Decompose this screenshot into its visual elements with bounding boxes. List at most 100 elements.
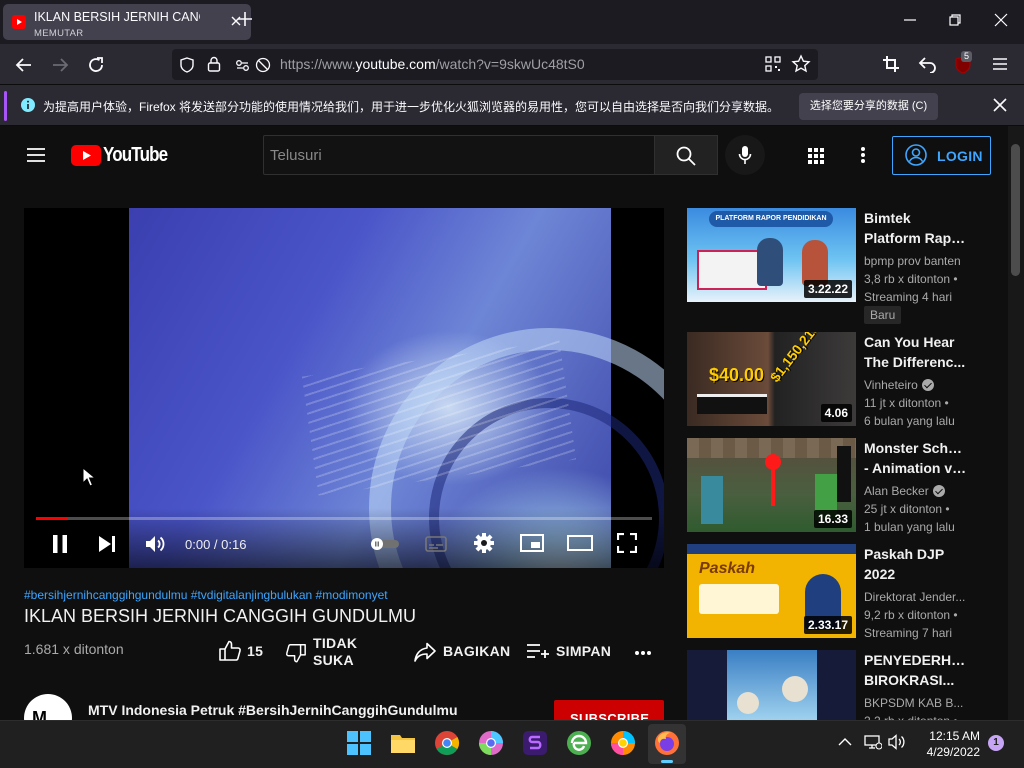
forward-icon[interactable] [50,55,70,75]
recommendation-age: Streaming 4 hari [864,290,953,304]
choose-data-button[interactable]: 选择您要分享的数据 (C) [799,93,938,120]
active-app-indicator [661,760,673,763]
colorful-browser-icon[interactable] [610,730,636,756]
settings-more-icon[interactable] [860,146,866,164]
shield-icon[interactable] [178,56,196,74]
search-icon [676,146,696,166]
recommendation-thumbnail[interactable]: Paskah 2.33.17 [687,544,856,638]
new-tab-button[interactable] [236,10,254,28]
fullscreen-icon[interactable] [617,533,637,553]
recommendation-channel[interactable]: Vinheteiro [864,376,934,394]
speaker-icon[interactable] [888,734,908,750]
screenshot-crop-icon[interactable] [882,55,900,73]
verified-check-icon [921,379,934,391]
recommendation-channel[interactable]: BKPSDM KAB B... [864,694,963,712]
scrollbar-thumb[interactable] [1011,144,1020,276]
save-button[interactable]: SIMPAN [556,643,611,659]
network-icon[interactable] [864,734,882,750]
chrome-icon[interactable] [434,730,460,756]
recommendation-thumbnail[interactable]: $40.00 $1,150,219.00 4.06 [687,332,856,426]
dislike-button[interactable]: TIDAK SUKA [313,635,357,669]
login-label: LOGIN [937,148,983,164]
app-s-icon[interactable] [522,730,548,756]
more-actions-icon[interactable] [634,650,652,656]
autoplay-toggle[interactable] [370,538,400,550]
recommendation-title[interactable]: Paskah DJP 2022 [864,544,968,584]
reload-icon[interactable] [86,55,106,75]
notification-close-icon[interactable] [992,97,1008,113]
recommendation-age: 1 bulan yang lalu [864,520,955,534]
duration-badge: 16.33 [813,510,852,528]
url-text[interactable]: https://www.youtube.com/watch?v=9skwUc48… [280,56,585,72]
dislike-icon[interactable] [285,642,307,664]
search-button[interactable] [654,135,718,175]
share-icon[interactable] [414,642,436,662]
subtitles-icon[interactable] [425,536,447,552]
thumb-banner: PLATFORM RAPOR PENDIDIKAN [709,211,833,227]
restore-button[interactable] [947,12,963,28]
video-hashtags[interactable]: #bersihjernihcanggihgundulmu #tvdigitala… [24,588,388,602]
youtube-logo-text: YouTube [103,144,168,166]
recommendation-title[interactable]: Bimtek Platform Rapor... [864,208,968,248]
thumb-header-strip [687,544,856,554]
notification-count-badge[interactable]: 1 [988,735,1004,751]
settings-gear-icon[interactable] [473,532,495,554]
progress-bar[interactable] [36,517,652,520]
thumb-title: Paskah [699,560,756,577]
thumb-portrait [737,692,759,714]
channel-name[interactable]: MTV Indonesia Petruk #BersihJernihCanggi… [88,702,458,718]
video-player[interactable] [24,208,664,568]
recommendation-views: 3,8 rb x ditonton • [864,272,958,286]
lock-icon[interactable] [206,55,222,73]
thumb-stickman-body [771,470,775,506]
recommendation-title[interactable]: PENYEDERHANABIROKRASI... [864,650,968,690]
pause-button[interactable] [50,534,70,554]
thumb-price-b: $1,150,219.00 [766,332,835,385]
voice-search-button[interactable] [725,135,765,175]
thumb-details-card [699,584,779,614]
apps-grid-icon[interactable] [807,147,825,165]
recommendation-thumbnail[interactable]: PLATFORM RAPOR PENDIDIKAN 3.22.22 [687,208,856,302]
miniplayer-icon[interactable] [520,534,544,552]
youtube-logo[interactable] [71,145,101,166]
guide-menu-icon[interactable] [26,146,46,164]
microphone-icon [738,145,752,165]
view-count: 1.681 x ditonton [24,641,124,657]
recommendation-channel[interactable]: Direktorat Jender... [864,588,965,606]
firefox-icon[interactable] [654,730,680,756]
minimize-button[interactable] [902,12,918,28]
recommendation-thumbnail[interactable] [687,650,856,720]
system-clock[interactable]: 12:15 AM 4/29/2022 [918,728,980,760]
browser-tab[interactable]: IKLAN BERSIH JERNIH CANGGIH GUNDULMU MEM… [3,4,251,40]
back-icon[interactable] [14,55,34,75]
recommendation-channel[interactable]: bpmp prov banten [864,252,961,270]
chrome-variant-icon[interactable] [478,730,504,756]
hamburger-menu-icon[interactable] [991,55,1009,73]
recommendation-thumbnail[interactable]: 16.33 [687,438,856,532]
volume-icon[interactable] [144,533,166,555]
close-window-button[interactable] [993,12,1009,28]
show-hidden-icons[interactable] [838,736,852,748]
search-input[interactable] [263,135,655,175]
like-count: 15 [247,643,264,659]
next-button[interactable] [97,534,117,554]
theater-mode-icon[interactable] [567,535,593,551]
windows-start-icon[interactable] [346,730,372,756]
recommendation-views: 11 jt x ditonton • [864,396,949,410]
share-button[interactable]: BAGIKAN [443,643,510,659]
recommendation-age: Streaming 7 hari [864,626,953,640]
bookmark-star-icon[interactable] [791,54,811,74]
recommendation-channel[interactable]: Alan Becker [864,482,945,500]
permissions-icon[interactable] [234,56,272,74]
extension-badge: 5 [961,51,973,62]
recommendation-title[interactable]: Monster School - Animation vs... [864,438,968,478]
recommendation-title[interactable]: Can You Hear The Differenc... [864,332,968,372]
undo-icon[interactable] [918,55,938,73]
qr-code-icon[interactable] [764,55,782,73]
duration-badge: 4.06 [820,404,852,422]
like-button[interactable] [218,640,242,662]
green-browser-icon[interactable] [566,730,592,756]
file-explorer-icon[interactable] [390,730,416,756]
save-playlist-icon[interactable] [526,642,550,660]
youtube-favicon-icon [12,15,26,29]
